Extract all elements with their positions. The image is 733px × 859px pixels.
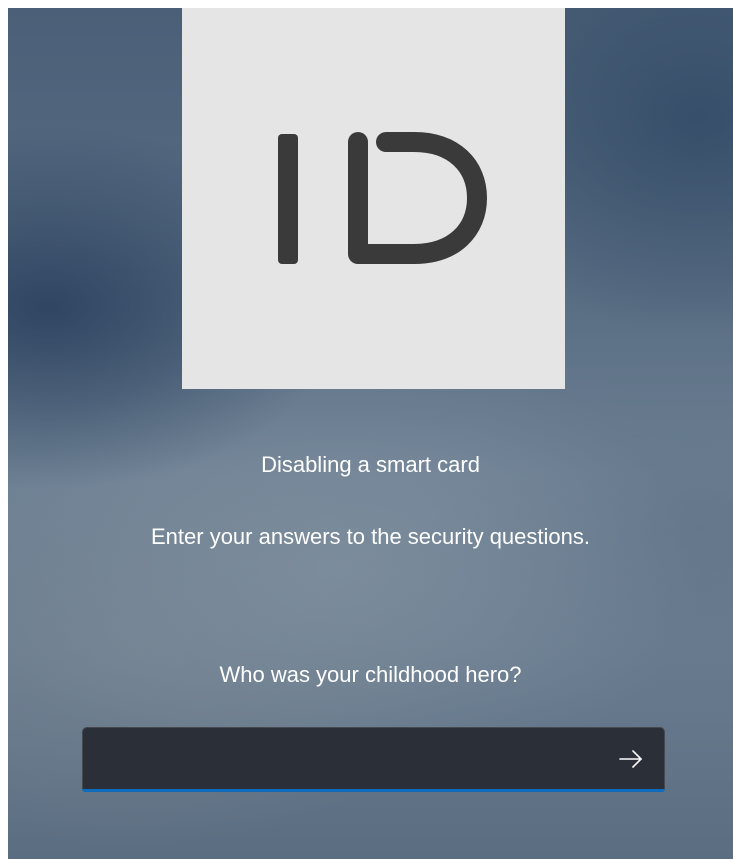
- security-question-label: Who was your childhood hero?: [219, 662, 522, 687]
- id-logo-tile: [182, 8, 565, 389]
- arrow-right-icon: [619, 750, 642, 768]
- answer-focus-underline: [82, 789, 665, 792]
- lock-screen: Disabling a smart card Enter your answer…: [8, 8, 733, 859]
- dialog-instructions: Enter your answers to the security quest…: [151, 524, 590, 549]
- id-logo-icon: [278, 132, 487, 264]
- dialog-title: Disabling a smart card: [261, 452, 480, 477]
- security-answer-input[interactable]: [97, 742, 597, 776]
- security-answer-field[interactable]: [82, 727, 665, 789]
- submit-answer-button[interactable]: [611, 740, 651, 778]
